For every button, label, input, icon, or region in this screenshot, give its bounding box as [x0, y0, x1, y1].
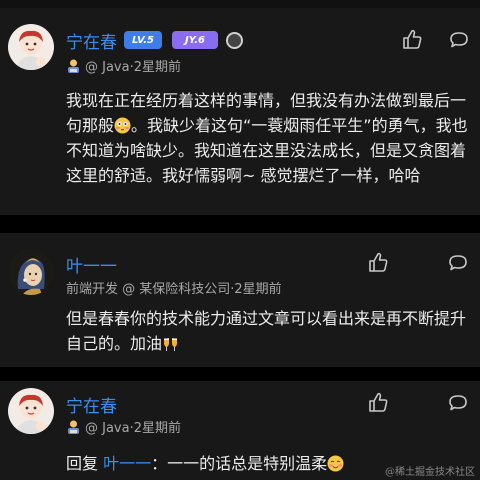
comment-body: 我现在正在经历着这样的事情，但我没有办法做到最后一句那般 。我缺少着这句“一蓑烟雨… — [66, 88, 478, 188]
like-button[interactable] — [367, 391, 389, 413]
reply-text: ：一一的话总是特别温柔 — [151, 454, 328, 473]
flushed-emoji-icon — [114, 116, 131, 134]
level-badge: LV.5 — [124, 31, 162, 49]
comment-button[interactable] — [448, 29, 470, 51]
comment-icon — [450, 32, 468, 48]
comment-icon — [449, 395, 467, 411]
comment-author[interactable]: 叶一一 — [66, 252, 117, 277]
reply-to-link[interactable]: 叶一一 — [103, 454, 151, 473]
jy-badge-label: JY.6 — [184, 34, 206, 46]
worker-emoji-icon — [66, 419, 81, 434]
like-icon — [369, 252, 388, 272]
like-icon — [369, 392, 388, 412]
comment-author[interactable]: 宁在春 — [66, 28, 117, 53]
watermark: @稀土掘金技术社区 — [385, 467, 475, 478]
jy-badge: JY.6 — [172, 31, 218, 49]
top-divider — [0, 0, 480, 8]
reply-prefix: 回复 — [66, 454, 99, 473]
comment-body: 但是春春你的技术能力通过文章可以看出来是再不断提升自己的。加油 — [66, 306, 478, 356]
smiling-blush-emoji-icon — [327, 454, 344, 472]
comment-body-text: 但是春春你的技术能力通过文章可以看出来是再不断提升自己的。加油 — [66, 309, 467, 353]
comment-card: 宁在春 LV.5 JY.6 @ Java·2星期前 我现在正在经历着这样的事情，… — [0, 8, 480, 215]
comment-icon — [449, 255, 467, 271]
avatar[interactable] — [8, 388, 54, 434]
medal-icon — [226, 32, 243, 49]
like-button[interactable] — [401, 28, 423, 50]
like-button[interactable] — [367, 251, 389, 273]
comment-subtitle: 前端开发 @ 某保险科技公司·2星期前 — [66, 282, 282, 297]
comment-button[interactable] — [447, 252, 469, 274]
avatar[interactable] — [8, 24, 54, 70]
comment-button[interactable] — [447, 392, 469, 414]
comment-card: 叶一一 前端开发 @ 某保险科技公司·2星期前 但是春春你的技术能力通过文章可以… — [0, 233, 480, 367]
avatar[interactable] — [8, 249, 54, 295]
worker-emoji-icon — [66, 58, 81, 73]
comment-author[interactable]: 宁在春 — [66, 392, 117, 417]
like-icon — [403, 29, 422, 49]
comment-subtitle-text: @ Java·2星期前 — [85, 421, 181, 436]
comment-subtitle: @ Java·2星期前 — [66, 56, 181, 75]
clinking-glasses-icon — [162, 334, 179, 351]
comment-subtitle-text: @ Java·2星期前 — [85, 60, 181, 75]
comment-subtitle: @ Java·2星期前 — [66, 417, 181, 436]
level-badge-label: LV.5 — [132, 34, 154, 46]
